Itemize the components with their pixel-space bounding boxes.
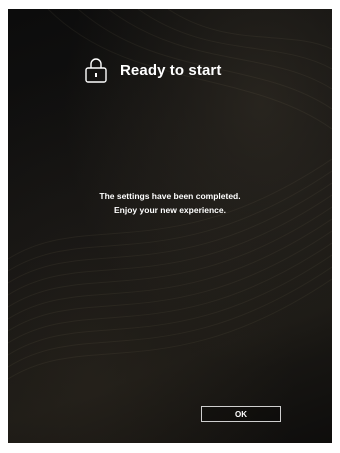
ok-button[interactable]: OK (201, 406, 281, 422)
completion-message: The settings have been completed. Enjoy … (8, 189, 332, 217)
page-title: Ready to start (120, 61, 222, 79)
message-line-1: The settings have been completed. (99, 191, 241, 201)
message-line-2: Enjoy your new experience. (114, 205, 226, 215)
header: Ready to start (84, 56, 221, 84)
setup-complete-screen: Ready to start The settings have been co… (8, 9, 332, 443)
lock-icon (85, 58, 107, 83)
